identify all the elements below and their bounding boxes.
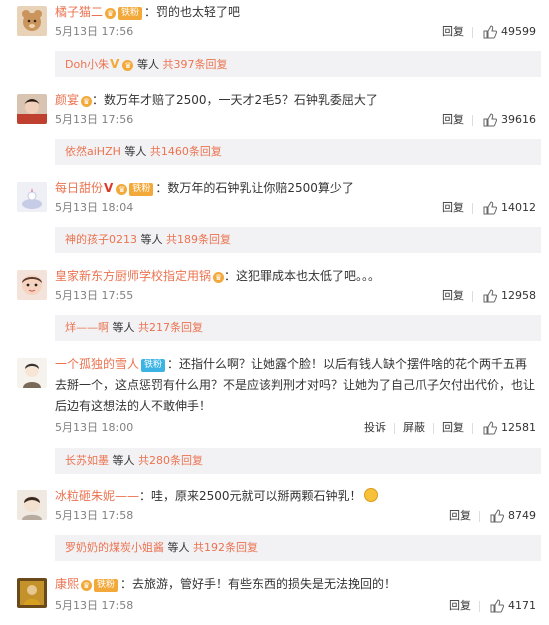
comment-date: 5月13日 18:00: [55, 421, 134, 434]
like-count: 12581: [501, 421, 536, 434]
like-button[interactable]: 49599: [473, 22, 536, 42]
comment-text: ：数万年的石钟乳让你赔2500算少了: [155, 181, 354, 195]
reply-user[interactable]: 依然aiHZH: [65, 145, 121, 158]
avatar[interactable]: [17, 182, 47, 212]
crown-icon: ♛: [81, 96, 93, 107]
reply-button[interactable]: 回复: [434, 198, 472, 218]
reply-suffix: 等人: [167, 541, 190, 554]
crown-icon: ♛: [81, 580, 93, 591]
like-count: 14012: [501, 201, 536, 214]
reply-summary[interactable]: 神的孩子0213 等人 共189条回复: [55, 227, 541, 253]
crown-icon: ♛: [213, 272, 225, 283]
like-button[interactable]: 39616: [473, 110, 536, 130]
fan-badge: 铁粉: [141, 359, 166, 372]
reply-button[interactable]: 回复: [441, 506, 479, 526]
reply-button[interactable]: 回复: [441, 596, 479, 616]
username[interactable]: 康熙: [55, 577, 79, 591]
thumbs-up-icon: [483, 113, 497, 127]
reply-suffix: 等人: [136, 58, 159, 71]
like-count: 49599: [501, 25, 536, 38]
thumbs-up-icon: [483, 289, 497, 303]
comment-date: 5月13日 17:56: [55, 25, 134, 38]
thumbs-up-icon: [490, 599, 504, 613]
reply-suffix: 等人: [112, 321, 135, 334]
avatar[interactable]: [17, 6, 47, 36]
reply-summary[interactable]: 罗奶奶的煤炭小姐酱 等人 共192条回复: [55, 535, 541, 561]
crown-icon: ♛: [122, 60, 134, 71]
username[interactable]: 皇家新东方厨师学校指定用锅: [55, 269, 211, 283]
thumbs-up-icon: [490, 509, 504, 523]
reply-user[interactable]: 烊——啊: [65, 321, 109, 334]
crown-icon: ♛: [116, 184, 128, 195]
reply-summary[interactable]: Doh小朱V ♛ 等人 共397条回复: [55, 51, 541, 77]
reply-count-link[interactable]: 共189条回复: [166, 233, 231, 246]
reply-user[interactable]: 神的孩子0213: [65, 233, 137, 246]
comment-date: 5月13日 17:55: [55, 289, 134, 302]
like-button[interactable]: 12958: [473, 286, 536, 306]
reply-button[interactable]: 回复: [434, 22, 472, 42]
reply-button[interactable]: 回复: [434, 110, 472, 130]
verified-v-icon: V: [104, 181, 114, 195]
fan-badge: 铁粉: [118, 7, 143, 20]
comment-text: ：罚的也太轻了吧: [144, 5, 241, 19]
username[interactable]: 冰粒砸朱妮——: [55, 489, 139, 503]
fan-badge: 铁粉: [129, 183, 154, 196]
reply-count-link[interactable]: 共192条回复: [193, 541, 258, 554]
crown-icon: ♛: [105, 8, 117, 19]
comment-date: 5月13日 17:58: [55, 509, 134, 522]
comment-text: ：数万年才赔了2500，一天才2毛5？石钟乳委屈大了: [92, 93, 378, 107]
thumbs-up-icon: [483, 25, 497, 39]
reply-summary[interactable]: 长苏如墨 等人 共280条回复: [55, 448, 541, 474]
thumbs-up-icon: [483, 421, 497, 435]
like-button[interactable]: 4171: [480, 596, 536, 616]
username[interactable]: 每日甜份: [55, 181, 103, 195]
verified-v-icon: V: [110, 57, 120, 71]
like-button[interactable]: 12581: [473, 418, 536, 438]
like-count: 4171: [508, 599, 536, 612]
comment-date: 5月13日 17:56: [55, 113, 134, 126]
username[interactable]: 橘子猫二: [55, 5, 103, 19]
avatar[interactable]: [17, 578, 47, 608]
reply-count-link[interactable]: 共280条回复: [138, 454, 203, 467]
fan-badge: 铁粉: [94, 579, 119, 592]
thumbs-up-icon: [483, 201, 497, 215]
block-button[interactable]: 屏蔽: [395, 418, 433, 438]
reply-user[interactable]: 长苏如墨: [65, 454, 109, 467]
like-count: 8749: [508, 509, 536, 522]
report-button[interactable]: 投诉: [356, 418, 394, 438]
like-button[interactable]: 14012: [473, 198, 536, 218]
comment-text: ：去旅游，管好手！有些东西的损失是无法挽回的！: [120, 577, 397, 591]
comment-date: 5月13日 18:04: [55, 201, 134, 214]
like-button[interactable]: 8749: [480, 506, 536, 526]
reply-count-link[interactable]: 共1460条回复: [150, 145, 222, 158]
like-count: 12958: [501, 289, 536, 302]
username[interactable]: 一个孤独的雪人: [55, 357, 139, 371]
username[interactable]: 颜宴: [55, 93, 79, 107]
reply-count-link[interactable]: 共397条回复: [162, 58, 227, 71]
reply-user[interactable]: Doh小朱: [65, 58, 109, 71]
reply-button[interactable]: 回复: [434, 418, 472, 438]
reply-summary[interactable]: 依然aiHZH 等人 共1460条回复: [55, 139, 541, 165]
reply-button[interactable]: 回复: [434, 286, 472, 306]
avatar[interactable]: [17, 94, 47, 124]
reply-count-link[interactable]: 共217条回复: [138, 321, 203, 334]
avatar[interactable]: [17, 490, 47, 520]
comment-date: 5月13日 17:58: [55, 599, 134, 612]
like-count: 39616: [501, 113, 536, 126]
emoji-icon: [363, 488, 378, 502]
reply-suffix: 等人: [112, 454, 135, 467]
reply-user[interactable]: 罗奶奶的煤炭小姐酱: [65, 541, 164, 554]
comment-text: ：哇，原来2500元就可以掰两颗石钟乳！: [139, 489, 362, 503]
reply-suffix: 等人: [140, 233, 163, 246]
reply-suffix: 等人: [124, 145, 147, 158]
comment-text: ：这犯罪成本也太低了吧。。。: [224, 269, 381, 283]
avatar[interactable]: [17, 270, 47, 300]
reply-summary[interactable]: 烊——啊 等人 共217条回复: [55, 315, 541, 341]
avatar[interactable]: [17, 358, 47, 388]
